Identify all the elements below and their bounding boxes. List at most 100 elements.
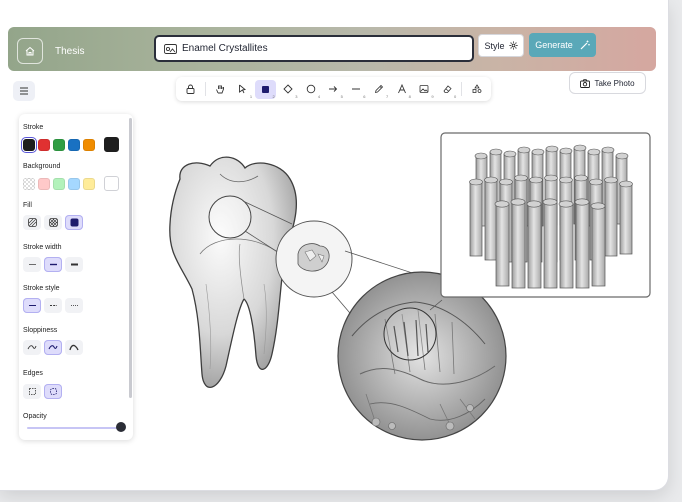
stroke-style-label: Stroke style xyxy=(23,285,60,292)
line-icon xyxy=(352,88,361,90)
ellipse-tool[interactable]: 4 xyxy=(300,80,321,99)
rectangle-tool[interactable]: 2 xyxy=(255,79,276,99)
stroke-swatch-black[interactable] xyxy=(21,136,37,153)
artist-curve-icon xyxy=(48,345,58,350)
stroke-swatch-green[interactable] xyxy=(53,138,65,151)
stroke-color-row xyxy=(21,136,119,153)
sloppiness-cartoonist-option[interactable] xyxy=(65,340,83,355)
diamond-tool[interactable]: 3 xyxy=(278,80,299,99)
text-tool[interactable]: 8 xyxy=(391,80,412,99)
edges-label: Edges xyxy=(23,370,43,377)
image-icon xyxy=(419,85,429,93)
eraser-tool[interactable]: 0 xyxy=(437,80,458,99)
rectangle-icon xyxy=(261,85,269,93)
generate-button[interactable]: Generate xyxy=(529,33,596,57)
background-current-color[interactable] xyxy=(104,176,119,191)
background-swatch-yellow[interactable] xyxy=(83,177,95,190)
background-swatch-blue[interactable] xyxy=(68,177,80,190)
shapes-library-icon xyxy=(472,84,481,93)
edges-sharp-option[interactable] xyxy=(23,384,41,399)
stroke-width-label: Stroke width xyxy=(23,244,62,251)
dotted-line-icon xyxy=(70,305,78,306)
stroke-width-bold-option[interactable] xyxy=(44,257,62,272)
stroke-style-row xyxy=(23,298,83,313)
home-button[interactable] xyxy=(17,38,43,64)
stroke-style-dotted-option[interactable] xyxy=(65,298,83,313)
style-button[interactable]: Style xyxy=(478,34,524,57)
extra-bold-line-icon xyxy=(70,263,78,266)
gear-icon xyxy=(508,41,518,50)
stroke-label: Stroke xyxy=(23,124,44,131)
pencil-tool-shortcut: 7 xyxy=(385,93,389,99)
image-prompt-icon xyxy=(164,43,177,54)
architect-curve-icon xyxy=(27,345,37,350)
cross-hatch-fill-icon xyxy=(48,218,58,227)
opacity-label: Opacity xyxy=(23,413,47,420)
sloppiness-architect-option[interactable] xyxy=(23,340,41,355)
image-tool[interactable]: 9 xyxy=(414,80,435,99)
brand-name: Thesis xyxy=(55,46,85,57)
hamburger-icon xyxy=(20,87,28,95)
stroke-width-extra-bold-option[interactable] xyxy=(65,257,83,272)
cartoonist-curve-icon xyxy=(69,344,79,351)
arrow-tool[interactable]: 5 xyxy=(323,80,344,99)
opacity-slider-track[interactable] xyxy=(27,427,119,429)
stroke-style-solid-option[interactable] xyxy=(23,298,41,313)
image-tool-shortcut: 9 xyxy=(431,93,434,99)
title-input[interactable]: Enamel Crystallites xyxy=(154,35,474,62)
sloppiness-artist-option[interactable] xyxy=(44,340,62,355)
fill-style-row xyxy=(23,215,83,230)
stroke-swatch-orange[interactable] xyxy=(83,138,95,151)
crystallite-rods-frame[interactable] xyxy=(440,132,651,298)
circle-icon xyxy=(306,84,316,94)
stroke-swatch-red[interactable] xyxy=(38,138,50,151)
hand-icon xyxy=(216,85,224,94)
lock-icon xyxy=(186,84,195,94)
ellipse-tool-shortcut: 4 xyxy=(317,93,321,99)
line-tool[interactable]: 6 xyxy=(346,80,367,99)
fill-label: Fill xyxy=(23,202,32,209)
home-icon xyxy=(25,46,35,56)
hand-tool[interactable] xyxy=(210,80,231,99)
lock-tool[interactable] xyxy=(180,80,201,99)
fill-hachure-option[interactable] xyxy=(23,215,41,230)
take-photo-button[interactable]: Take Photo xyxy=(569,72,646,94)
background-swatch-pink[interactable] xyxy=(38,177,50,190)
zoom-circle-tooth[interactable] xyxy=(208,195,252,239)
library-tool[interactable] xyxy=(466,80,487,99)
thin-line-icon xyxy=(28,264,36,265)
bold-line-icon xyxy=(49,263,57,266)
rectangle-tool-shortcut: 2 xyxy=(272,93,275,99)
pencil-tool[interactable]: 7 xyxy=(368,80,389,99)
opacity-slider-thumb[interactable] xyxy=(116,422,126,432)
sloppiness-row xyxy=(23,340,83,355)
fill-cross-hatch-option[interactable] xyxy=(44,215,62,230)
drawing-toolbar: 1 2 3 4 5 6 7 8 9 0 xyxy=(176,77,491,101)
stroke-width-thin-option[interactable] xyxy=(23,257,41,272)
edges-row xyxy=(23,384,62,399)
solid-fill-icon xyxy=(70,218,78,227)
background-swatch-green[interactable] xyxy=(53,177,65,190)
background-label: Background xyxy=(23,163,61,170)
fill-solid-option[interactable] xyxy=(65,215,83,230)
edges-round-option[interactable] xyxy=(44,384,62,399)
generate-label: Generate xyxy=(535,40,573,50)
header-bar: Thesis Enamel Crystallites Style Generat… xyxy=(8,27,656,71)
zoom-circle-medium[interactable] xyxy=(275,220,353,298)
background-swatch-transparent[interactable] xyxy=(23,177,35,190)
line-tool-shortcut: 6 xyxy=(363,93,366,99)
style-label: Style xyxy=(484,40,505,51)
toolbar-separator xyxy=(204,82,206,96)
stroke-swatch-blue[interactable] xyxy=(68,138,80,151)
properties-panel: Stroke Background Fill Stroke width Stro… xyxy=(19,114,133,440)
drawing-canvas[interactable] xyxy=(140,104,668,490)
dashed-line-icon xyxy=(49,305,57,306)
main-menu-button[interactable] xyxy=(13,81,35,101)
stroke-style-dashed-option[interactable] xyxy=(44,298,62,313)
diamond-icon xyxy=(283,84,293,94)
solid-line-icon xyxy=(28,305,36,306)
stroke-current-color[interactable] xyxy=(104,137,119,152)
panel-scrollbar[interactable] xyxy=(129,118,132,398)
select-tool[interactable]: 1 xyxy=(232,80,253,99)
tooth-drawing[interactable] xyxy=(169,156,297,388)
